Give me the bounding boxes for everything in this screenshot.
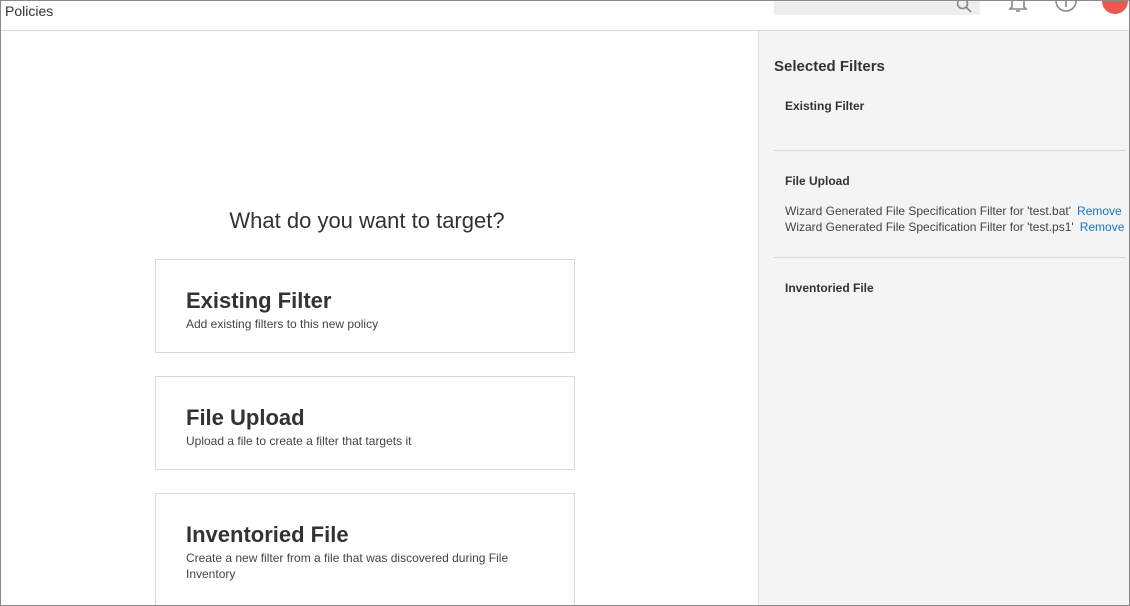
selected-filter-row: Wizard Generated File Specification Filt… bbox=[785, 220, 1124, 234]
divider bbox=[774, 257, 1126, 258]
selected-filter-row: Wizard Generated File Specification Filt… bbox=[785, 204, 1122, 218]
existing-filter-card[interactable]: Existing Filter Add existing filters to … bbox=[155, 259, 575, 353]
filter-label: Wizard Generated File Specification Filt… bbox=[785, 220, 1074, 234]
card-title: Inventoried File bbox=[186, 522, 349, 547]
inventoried-file-card[interactable]: Inventoried File Create a new filter fro… bbox=[155, 493, 575, 605]
bell-icon[interactable] bbox=[1007, 0, 1029, 13]
divider bbox=[774, 150, 1126, 151]
app-window: Policies What do you want to target? Exi… bbox=[0, 0, 1130, 606]
file-upload-card[interactable]: File Upload Upload a file to create a fi… bbox=[155, 376, 575, 470]
sidebar-heading: Selected Filters bbox=[774, 58, 885, 75]
section-title-file-upload: File Upload bbox=[785, 174, 850, 188]
top-bar: Policies bbox=[1, 1, 1129, 31]
remove-filter-link[interactable]: Remove bbox=[1080, 220, 1125, 234]
avatar[interactable] bbox=[1102, 1, 1128, 14]
target-selection-panel: What do you want to target? Existing Fil… bbox=[1, 31, 758, 605]
card-description: Create a new filter from a file that was… bbox=[186, 551, 509, 581]
selected-filters-sidebar: Selected Filters Existing Filter File Up… bbox=[758, 31, 1129, 605]
search-input[interactable] bbox=[774, 0, 980, 15]
card-description: Add existing filters to this new policy bbox=[186, 317, 379, 331]
card-title: Existing Filter bbox=[186, 288, 332, 313]
target-question-heading: What do you want to target? bbox=[229, 208, 505, 233]
search-icon[interactable] bbox=[956, 0, 972, 13]
help-icon[interactable] bbox=[1054, 0, 1078, 13]
remove-filter-link[interactable]: Remove bbox=[1077, 204, 1122, 218]
section-title-inventoried-file: Inventoried File bbox=[785, 281, 874, 295]
filter-label: Wizard Generated File Specification Filt… bbox=[785, 204, 1072, 218]
card-title: File Upload bbox=[186, 405, 305, 430]
card-description: Upload a file to create a filter that ta… bbox=[186, 434, 412, 448]
section-title-existing-filter: Existing Filter bbox=[785, 99, 865, 113]
page-title: Policies bbox=[5, 3, 54, 19]
